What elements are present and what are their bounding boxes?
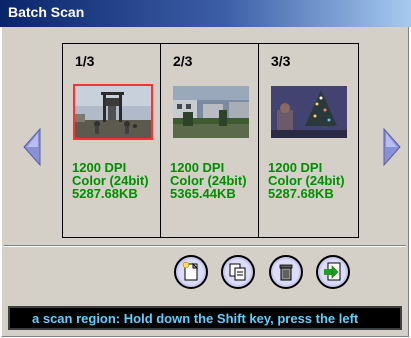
batch-scan-window: Batch Scan 1/3 1200 DPI Color (24bit) 52…	[0, 0, 411, 338]
thumbnail[interactable]	[73, 84, 153, 140]
scan-panel-2[interactable]: 2/3 1200 DPI Color (24bit) 5365.44KB	[161, 44, 259, 237]
thumbnail[interactable]	[271, 86, 347, 138]
dialog-body: 1/3 1200 DPI Color (24bit) 5287.68KB 2/3…	[1, 27, 409, 337]
scan-info: 1200 DPI Color (24bit) 5287.68KB	[268, 161, 345, 200]
copy-button[interactable]	[220, 254, 256, 290]
copy-icon	[221, 255, 255, 289]
scan-info: 1200 DPI Color (24bit) 5287.68KB	[72, 161, 149, 200]
file-size-label: 5287.68KB	[268, 186, 334, 201]
scan-panel-1[interactable]: 1/3 1200 DPI Color (24bit) 5287.68KB	[63, 44, 161, 237]
previous-button[interactable]	[22, 127, 44, 167]
file-size-label: 5365.44KB	[170, 186, 236, 201]
triangle-left-icon	[23, 127, 41, 167]
new-scan-button[interactable]	[173, 254, 209, 290]
panel-index: 2/3	[173, 53, 193, 69]
window-title: Batch Scan	[8, 4, 85, 20]
scan-panel-3[interactable]: 3/3 1200 DPI Color (24bit) 5287.68KB	[259, 44, 358, 237]
export-button[interactable]	[315, 254, 351, 290]
triangle-right-icon	[383, 127, 401, 167]
kids-playground-photo	[75, 86, 151, 138]
title-bar: Batch Scan	[0, 0, 411, 27]
file-size-label: 5287.68KB	[72, 186, 138, 201]
trash-icon	[269, 255, 303, 289]
next-button[interactable]	[380, 127, 402, 167]
panel-index: 3/3	[271, 53, 291, 69]
new-document-icon	[174, 255, 208, 289]
scan-info: 1200 DPI Color (24bit) 5365.44KB	[170, 161, 247, 200]
thumbnail-strip: 1/3 1200 DPI Color (24bit) 5287.68KB 2/3…	[62, 43, 359, 238]
christmas-tree-photo	[271, 86, 347, 138]
export-icon	[316, 255, 350, 289]
status-message: a scan region: Hold down the Shift key, …	[32, 311, 359, 326]
street-houses-photo	[173, 86, 249, 138]
separator	[4, 245, 406, 247]
thumbnail[interactable]	[173, 86, 249, 138]
status-bar: a scan region: Hold down the Shift key, …	[8, 306, 402, 330]
delete-button[interactable]	[268, 254, 304, 290]
panel-index: 1/3	[75, 53, 95, 69]
